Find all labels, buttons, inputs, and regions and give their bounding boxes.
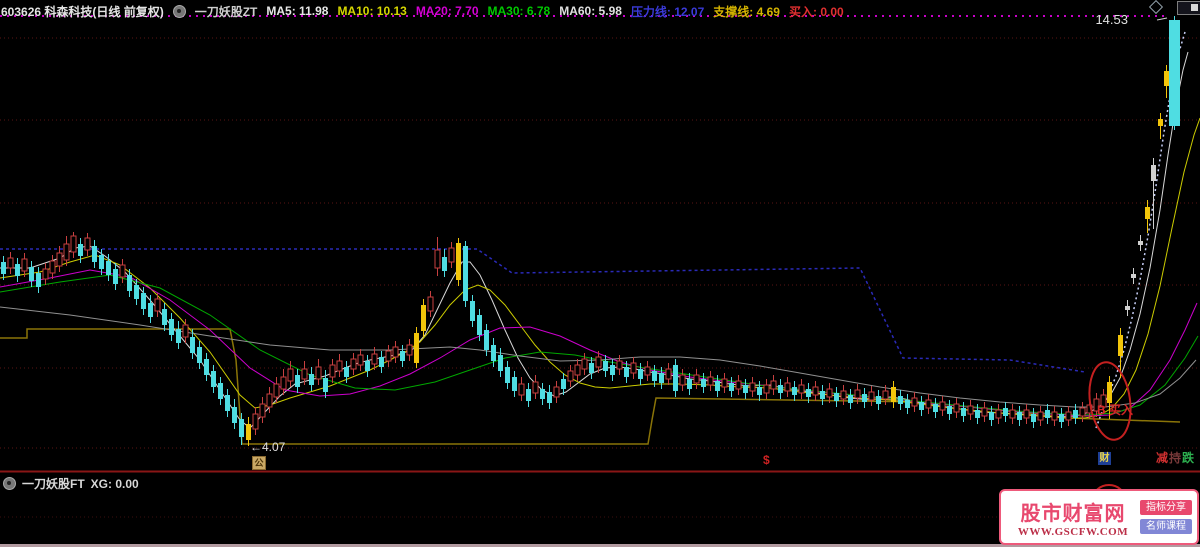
indicator-icon: [172, 4, 186, 18]
watermark-badge-teacher-course: 名师课程: [1140, 519, 1192, 534]
svg-text:B 买入: B 买入: [1097, 403, 1133, 417]
event-marker-char: 持: [1169, 451, 1183, 465]
watermark-left: 股市财富网 WWW.GSCFW.COM: [1006, 497, 1140, 538]
support-line-value: 支撑线: 4.69: [713, 4, 780, 19]
watermark-box: 股市财富网 WWW.GSCFW.COM 指标分享 名师课程: [999, 489, 1199, 545]
sub-indicator-value: XG: 0.00: [90, 476, 139, 491]
event-marker-announcement[interactable]: 公: [252, 456, 266, 470]
svg-text:14.53: 14.53: [1095, 12, 1128, 27]
ma60-value: MA60: 5.98: [559, 4, 622, 18]
sub-indicator-icon: [3, 477, 16, 490]
candlestick-chart[interactable]: 14.53 ←4.07 B 买入: [0, 0, 1200, 547]
sub-indicator-name[interactable]: 一刀妖股FT: [22, 475, 85, 492]
event-marker-dividend[interactable]: $: [763, 454, 770, 466]
stock-title: 603626 科森科技(日线 前复权): [1, 4, 164, 19]
sub-indicator-header: 一刀妖股FT XG: 0.00: [3, 475, 139, 492]
ma30-value: MA30: 6.78: [487, 4, 551, 18]
ma5-value: MA5: 11.98: [266, 4, 329, 18]
watermark-site-url: WWW.GSCFW.COM: [1017, 525, 1129, 538]
toolbox-icon[interactable]: [1177, 1, 1200, 15]
watermark-site-name: 股市财富网: [1020, 502, 1126, 525]
toolbox-icon-inner: [1191, 4, 1198, 11]
watermark-badge-indicator-share: 指标分享: [1140, 500, 1192, 515]
event-marker-reduction[interactable]: 减持跌: [1156, 452, 1195, 464]
watermark-right: 指标分享 名师课程: [1140, 500, 1192, 534]
ma10-value: MA10: 10.13: [337, 4, 407, 18]
buy-signal-value: 买入: 0.00: [788, 4, 844, 19]
svg-text:←4.07: ←4.07: [250, 440, 286, 454]
event-marker-char: 减: [1156, 451, 1170, 465]
chart-header: 603626 科森科技(日线 前复权) 一刀妖股ZT MA5: 11.98 MA…: [0, 0, 844, 22]
pressure-line-value: 压力线: 12.07: [630, 4, 705, 19]
indicator-name[interactable]: 一刀妖股ZT: [195, 3, 258, 20]
event-marker-char: 跌: [1182, 451, 1196, 465]
ma20-value: MA20: 7.70: [415, 4, 479, 18]
event-marker-financial-report[interactable]: 财: [1098, 452, 1111, 465]
